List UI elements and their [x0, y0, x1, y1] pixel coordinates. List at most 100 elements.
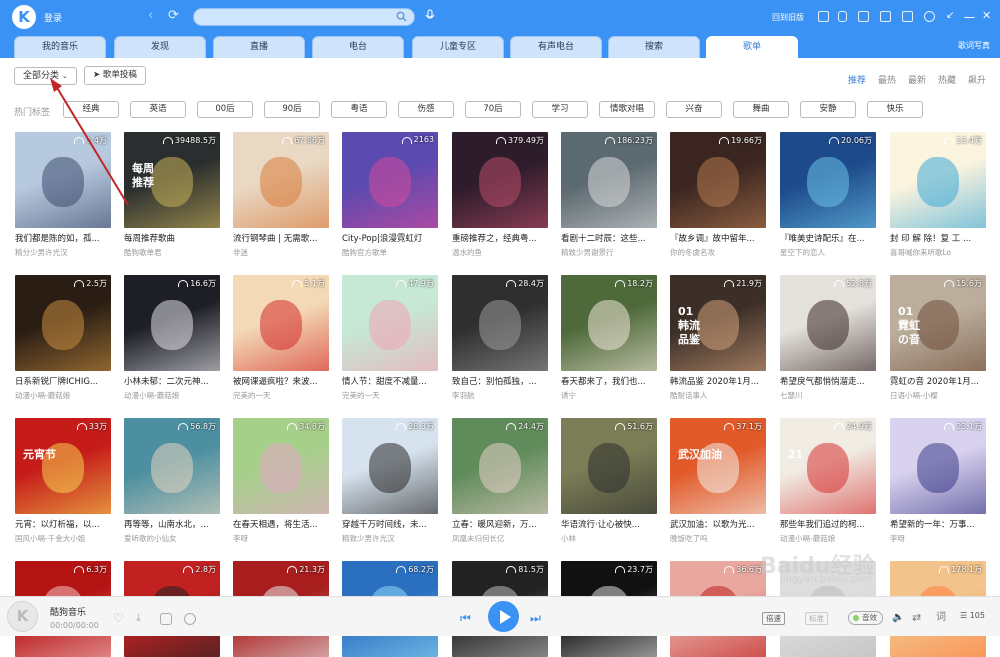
playlist-author[interactable]: 凤凰未归何长亿 — [452, 533, 548, 544]
playlist-author[interactable]: 非迷 — [233, 247, 329, 258]
playlist-title[interactable]: 小林未郁：二次元神... — [124, 375, 220, 387]
playlist-title[interactable]: 情人节：甜度不减量... — [342, 375, 438, 387]
playlist-author[interactable]: 晚饭吃了吗 — [670, 533, 766, 544]
tag-button[interactable]: 英语 — [130, 101, 186, 118]
playlist-card[interactable]: 16.6万小林未郁：二次元神... 动漫小嗝-蘑菇娘 — [124, 275, 220, 401]
playlist-card[interactable]: 13.4万封 印 解 除！复 工 ... 喜哥喊你来听歌Lo — [890, 132, 986, 258]
playlist-author[interactable]: 精致少男许光汉 — [342, 533, 438, 544]
playlist-card[interactable]: 379.49万 重磅推荐之，经典粤... 温水的鱼 — [452, 132, 548, 258]
playlist-author[interactable]: 七瑟川 — [780, 390, 876, 401]
phone-icon[interactable] — [838, 11, 847, 22]
playlist-cover[interactable]: 379.49万 — [452, 132, 548, 228]
playlist-title[interactable]: 看剧十二时辰：这些... — [561, 232, 657, 244]
playlist-author[interactable]: 酷耐话事人 — [670, 390, 766, 401]
playlist-title[interactable]: 再等等，山南水北，... — [124, 518, 220, 530]
playlist-author[interactable]: 日语小嗝-小樱 — [890, 390, 986, 401]
playlist-cover[interactable]: 01 霓虹 の音 15.6万 — [890, 275, 986, 371]
playlist-title[interactable]: 武汉加油：以歌为光... — [670, 518, 766, 530]
playlist-author[interactable]: 爱听歌的小仙女 — [124, 533, 220, 544]
playlist-title[interactable]: 韩流品鉴 2020年1月... — [670, 375, 766, 387]
tag-button[interactable]: 经典 — [63, 101, 119, 118]
playlist-author[interactable]: 酷狗官方歌单 — [342, 247, 438, 258]
playlist-cover[interactable]: 56.8万 — [124, 418, 220, 514]
playlist-cover[interactable]: 67.86万 — [233, 132, 329, 228]
playlist-cover[interactable]: 51.6万 — [561, 418, 657, 514]
playlist-cover[interactable]: 5.1万 — [233, 275, 329, 371]
playlist-card[interactable]: 28.3万 穿越千万时间线，未... 精致少男许光汉 — [342, 418, 438, 544]
more-icon[interactable] — [184, 613, 196, 625]
sound-effect-button[interactable]: 音效 — [848, 611, 883, 625]
playlist-card[interactable]: 元宵节 33万元宵：以灯析福，以... 国风小嗝-千金大小姐 — [15, 418, 111, 544]
tag-button[interactable]: 舞曲 — [733, 101, 789, 118]
playlist-title[interactable]: 在春天相遇，将生活... — [233, 518, 329, 530]
lyrics-icon[interactable]: 词 — [936, 613, 948, 625]
playlist-cover[interactable]: 186.23万 — [561, 132, 657, 228]
playlist-cover[interactable]: 19.66万 — [670, 132, 766, 228]
playlist-card[interactable]: 24.4万 立春：暖风迎新，万... 凤凰未归何长亿 — [452, 418, 548, 544]
sort-option[interactable]: 最热 — [878, 76, 896, 86]
tag-button[interactable]: 情歌对唱 — [599, 101, 655, 118]
playlist-title[interactable]: 元宵：以灯析福，以... — [15, 518, 111, 530]
playlist-cover[interactable]: 18.2万 — [561, 275, 657, 371]
playlist-author[interactable]: 温水的鱼 — [452, 247, 548, 258]
submit-playlist-button[interactable]: ➤ 歌单投稿 — [84, 66, 146, 85]
playlist-card[interactable]: 18.2万 春天都来了，我们也... 诱宁 — [561, 275, 657, 401]
tab-1[interactable]: 发现 — [114, 36, 206, 58]
playlist-card[interactable]: 52.8万 希望戾气都悄悄溜走... 七瑟川 — [780, 275, 876, 401]
playlist-card[interactable]: 5.1万 被网课逼疯啦？来波... 完美的一天 — [233, 275, 329, 401]
tag-button[interactable]: 学习 — [532, 101, 588, 118]
download-icon[interactable]: ⤓ — [136, 612, 148, 625]
tab-6[interactable]: 搜索 — [608, 36, 700, 58]
playlist-author[interactable]: 小林 — [561, 533, 657, 544]
comment-icon[interactable] — [160, 613, 172, 625]
playlist-card[interactable]: 武汉加油 37.1万武汉加油：以歌为光... 晚饭吃了吗 — [670, 418, 766, 544]
volume-icon[interactable]: 🔈 — [892, 613, 904, 625]
previous-icon[interactable]: ⏮ — [460, 611, 471, 626]
playlist-title[interactable]: 霓虹の音 2020年1月... — [890, 375, 986, 387]
heart-icon[interactable]: ♡ — [113, 612, 125, 625]
playlist-title[interactable]: 『唯美史诗配乐』在... — [780, 232, 876, 244]
playlist-title[interactable]: 致自己：别怕孤独，... — [452, 375, 548, 387]
tab-5[interactable]: 有声电台 — [510, 36, 602, 58]
playlist-author[interactable]: 国风小嗝-千金大小姐 — [15, 533, 111, 544]
grid-icon[interactable] — [880, 11, 891, 22]
minimize-icon[interactable] — [964, 11, 975, 18]
playlist-cover[interactable]: 13.4万 — [890, 132, 986, 228]
playlist-title[interactable]: 每周推荐歌曲 — [124, 232, 220, 244]
playlist-author[interactable]: 星空下的恋人 — [780, 247, 876, 258]
playlist-cover[interactable]: 20.06万 — [780, 132, 876, 228]
playlist-cover[interactable]: 34.8万 — [233, 418, 329, 514]
playlist-card[interactable]: 34.8万 在春天相遇，将生活... 李呀 — [233, 418, 329, 544]
playlist-title[interactable]: 立春：暖风迎新，万... — [452, 518, 548, 530]
playlist-author[interactable]: 完美的一天 — [233, 390, 329, 401]
playlist-title[interactable]: 希望戾气都悄悄溜走... — [780, 375, 876, 387]
playlist-card[interactable]: 01 韩流 品鉴 21.9万 韩流品鉴 2020年1月... 酷耐话事人 — [670, 275, 766, 401]
playlist-title[interactable]: 流行钢琴曲 | 无需歌... — [233, 232, 329, 244]
playlist-author[interactable]: 酷狗歌单君 — [124, 247, 220, 258]
playlist-author[interactable]: 喜哥喊你来听歌Lo — [890, 247, 986, 258]
search-icon[interactable] — [396, 11, 407, 22]
playlist-cover[interactable]: 21 24.9万 — [780, 418, 876, 514]
playlist-author[interactable]: 李呀 — [890, 533, 986, 544]
quality-button[interactable]: 标准 — [805, 612, 828, 625]
playlist-title[interactable]: 日系新锐厂牌ICHIG... — [15, 375, 111, 387]
tab-2[interactable]: 直播 — [213, 36, 305, 58]
playlist-card[interactable]: 19.66万 『故乡调』故中留年... 你的冬虞名攻 — [670, 132, 766, 258]
playlist-author[interactable]: 动漫小嗝-蘑菇娘 — [124, 390, 220, 401]
playlist-card[interactable]: 20.06万『唯美史诗配乐』在... 星空下的恋人 — [780, 132, 876, 258]
playlist-cover[interactable]: 16.6万 — [124, 275, 220, 371]
login-link[interactable]: 登录 — [44, 11, 62, 24]
mic-icon[interactable] — [424, 9, 436, 23]
tab-4[interactable]: 儿童专区 — [412, 36, 504, 58]
tag-button[interactable]: 兴奋 — [666, 101, 722, 118]
playlist-cover[interactable]: 1.4万 — [15, 132, 111, 228]
playlist-card[interactable]: 67.86万流行钢琴曲 | 无需歌... 非迷 — [233, 132, 329, 258]
playlist-cover[interactable]: 元宵节 33万 — [15, 418, 111, 514]
playlist-title[interactable]: 封 印 解 除！复 工 ... — [890, 232, 986, 244]
kugou-logo-icon[interactable]: K — [12, 5, 36, 29]
playlist-cover[interactable]: 武汉加油 37.1万 — [670, 418, 766, 514]
playlist-author[interactable]: 动漫小嗝-蘑菇娘 — [15, 390, 111, 401]
tag-button[interactable]: 粤语 — [331, 101, 387, 118]
tag-button[interactable]: 70后 — [465, 101, 521, 118]
settings-icon[interactable] — [924, 11, 935, 22]
